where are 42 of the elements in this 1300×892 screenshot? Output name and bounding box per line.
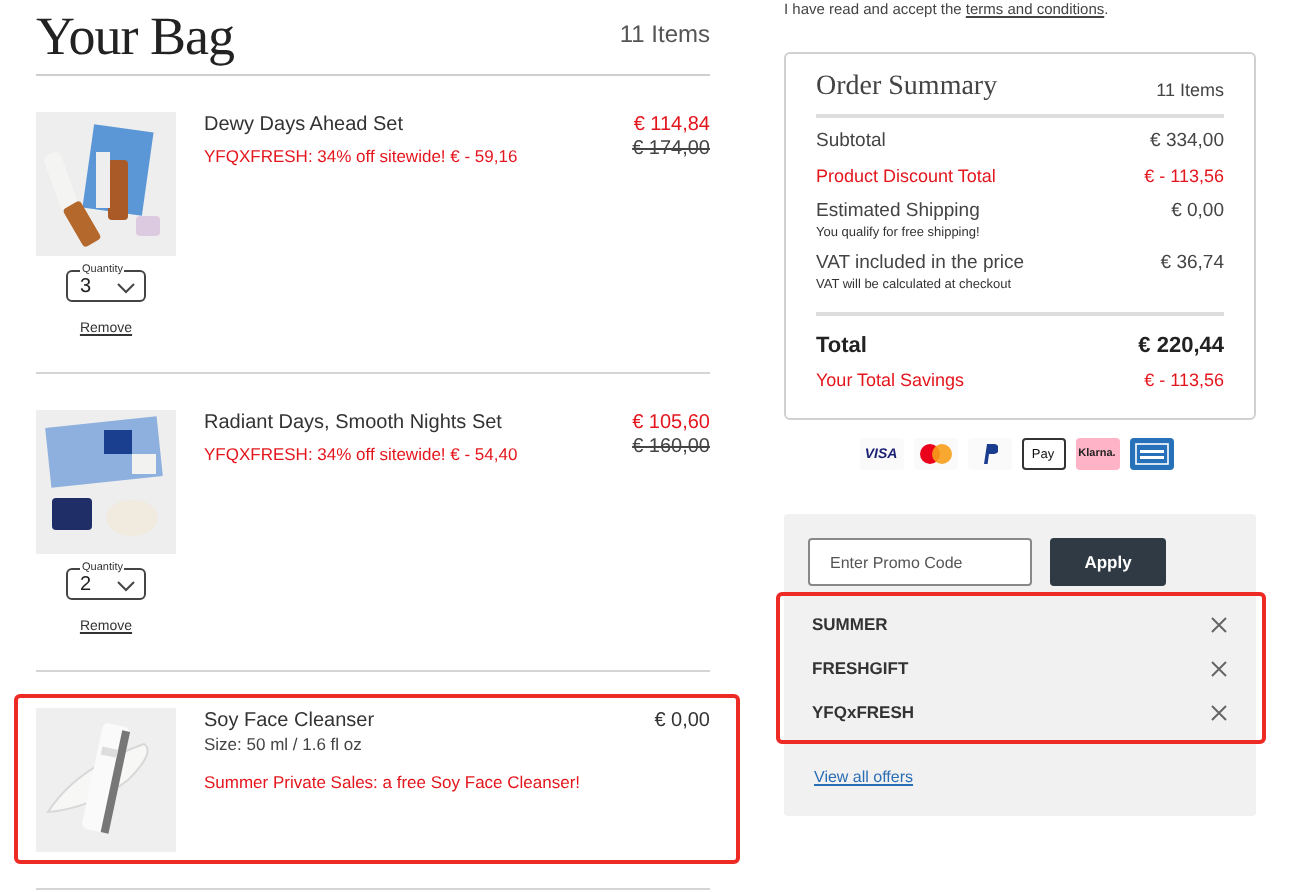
chevron-down-icon (116, 579, 136, 591)
close-icon[interactable] (1210, 659, 1228, 677)
summary-value: € 0,00 (1171, 200, 1224, 224)
price: € 0,00 (654, 708, 710, 734)
original-price: € 174,00 (632, 138, 710, 160)
p-mark-icon (981, 444, 997, 464)
summary-value: € 334,00 (1150, 130, 1224, 154)
product-name: Radiant Days, Smooth Nights Set (204, 410, 504, 436)
page-title: Your Bag (36, 8, 235, 66)
apply-button[interactable]: Apply (1050, 538, 1166, 586)
summary-label: Subtotal (816, 130, 886, 154)
item-count: 11 Items (619, 20, 710, 52)
summary-label: Your Total Savings (816, 368, 965, 392)
price: € 114,84 (632, 112, 710, 138)
summary-value: € 220,44 (1138, 334, 1224, 358)
price: € 105,60 (632, 410, 710, 436)
promo-code: SUMMER (812, 614, 888, 634)
product-name: Dewy Days Ahead Set (204, 112, 405, 138)
summary-label: Estimated Shipping (816, 200, 980, 224)
original-price: € 160,00 (632, 436, 710, 458)
product-size: Size: 50 ml / 1.6 fl oz (204, 734, 364, 756)
summary-label: VAT included in the price (816, 252, 1025, 276)
promo-code: FRESHGIFT (812, 658, 909, 678)
close-icon[interactable] (1210, 703, 1228, 721)
summary-value: € 36,74 (1160, 252, 1224, 276)
summary-value: € - 113,56 (1144, 368, 1224, 392)
overlapping-circles-icon (919, 444, 951, 464)
chevron-down-icon (116, 281, 136, 293)
promo-message: Summer Private Sales: a free Soy Face Cleanser! (204, 772, 583, 794)
view-offers-link[interactable]: View all offers (808, 768, 914, 786)
item-count: 11 Items (1156, 80, 1224, 104)
summary-label: Total (816, 334, 867, 358)
summary-label: Product Discount Total (816, 164, 996, 188)
promo-code-field[interactable]: Enter Promo Code (808, 538, 1032, 586)
promo-message: YFQXFRESH: 34% off sitewide! € - 54,40 (204, 444, 520, 466)
product-name: Soy Face Cleanser (204, 708, 377, 734)
card-logo-icon (1133, 442, 1169, 466)
close-icon[interactable] (1210, 615, 1228, 633)
summary-value: € - 113,56 (1144, 164, 1224, 188)
promo-message: YFQXFRESH: 34% off sitewide! € - 59,16 (204, 146, 520, 168)
summary-title: Order Summary (816, 72, 998, 104)
promo-code: YFQxFRESH (812, 702, 915, 722)
